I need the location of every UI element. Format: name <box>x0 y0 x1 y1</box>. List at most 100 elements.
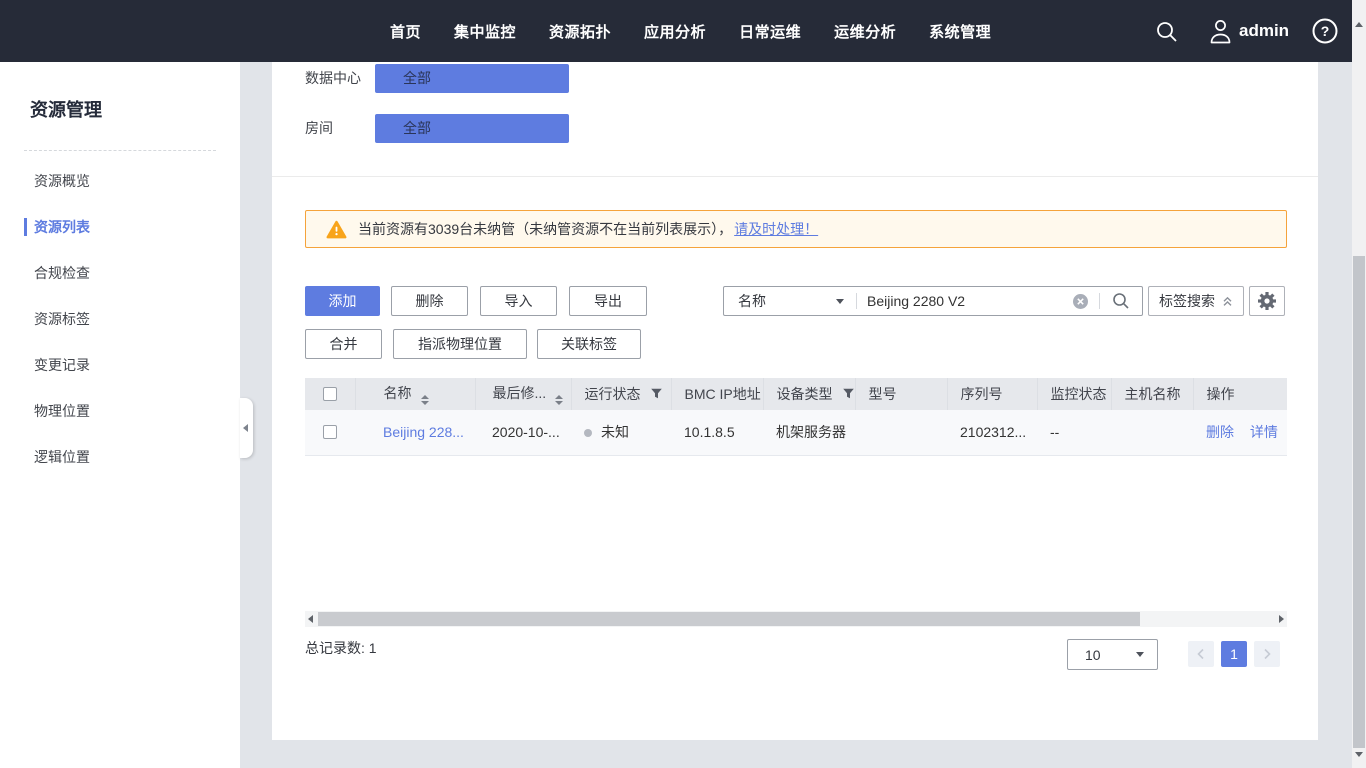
nav-item-home[interactable]: 首页 <box>390 21 421 42</box>
sort-icon[interactable] <box>421 395 429 405</box>
nav-item-resource-topology[interactable]: 资源拓扑 <box>549 21 611 42</box>
warning-icon <box>326 220 347 239</box>
nav-item-central-monitoring[interactable]: 集中监控 <box>454 21 516 42</box>
nav-item-system-management[interactable]: 系统管理 <box>929 21 991 42</box>
header-hostname: 主机名称 <box>1111 378 1193 410</box>
last-modified-cell: 2020-10-... <box>475 410 571 455</box>
datacenter-filter-label: 数据中心 <box>305 64 361 93</box>
submit-search-icon[interactable] <box>1100 292 1142 310</box>
scroll-right-arrow-icon[interactable] <box>1279 615 1284 623</box>
row-select-cell <box>305 410 355 455</box>
resource-name-link[interactable]: Beijing 228... <box>383 424 464 440</box>
tag-search-button[interactable]: 标签搜索 <box>1148 286 1244 316</box>
user-menu[interactable]: admin <box>1209 18 1289 44</box>
page-vertical-scrollbar[interactable] <box>1352 0 1366 768</box>
actions-cell: 删除 详情 <box>1193 410 1287 455</box>
resource-table: 名称 最后修... 运行状态 BMC IP地址 设备类型 型号 序列号 监控状态… <box>305 378 1287 456</box>
sidebar-collapse-handle[interactable] <box>240 398 253 458</box>
total-records: 总记录数: 1 <box>305 638 377 658</box>
main-menu: 首页 集中监控 资源拓扑 应用分析 日常运维 运维分析 系统管理 <box>390 0 991 62</box>
next-page-button[interactable] <box>1254 641 1280 667</box>
filter-funnel-icon[interactable] <box>650 387 663 400</box>
sort-icon[interactable] <box>555 395 563 405</box>
sidebar-item-logical-location[interactable]: 逻辑位置 <box>34 447 90 467</box>
scroll-down-arrow-icon[interactable] <box>1355 752 1363 757</box>
username: admin <box>1239 21 1289 41</box>
monitor-status-cell: -- <box>1037 410 1111 455</box>
row-detail-link[interactable]: 详情 <box>1250 424 1278 440</box>
scroll-up-arrow-icon[interactable] <box>1355 22 1363 27</box>
header-monitor-status: 监控状态 <box>1037 378 1111 410</box>
bmc-ip-cell: 10.1.8.5 <box>671 410 763 455</box>
run-status-cell: 未知 <box>571 410 671 455</box>
header-select-all <box>305 378 355 410</box>
chevron-left-icon <box>243 424 248 432</box>
chevron-left-icon <box>1196 648 1206 660</box>
model-cell <box>855 410 947 455</box>
device-type-cell: 机架服务器 <box>763 410 855 455</box>
filter-funnel-icon[interactable] <box>842 387 855 400</box>
help-icon[interactable]: ? <box>1311 17 1339 50</box>
search-icon[interactable] <box>1155 20 1179 49</box>
nav-item-daily-ops[interactable]: 日常运维 <box>739 21 801 42</box>
header-actions: 操作 <box>1193 378 1287 410</box>
user-icon <box>1209 18 1232 44</box>
export-button[interactable]: 导出 <box>569 286 647 316</box>
page-size-value: 10 <box>1068 647 1101 663</box>
status-dot-icon <box>584 429 592 437</box>
gear-icon <box>1256 290 1278 312</box>
sidebar-item-resource-tag[interactable]: 资源标签 <box>34 309 90 329</box>
serial-cell: 2102312... <box>947 410 1037 455</box>
header-last-modified[interactable]: 最后修... <box>475 378 571 410</box>
section-divider <box>272 176 1318 177</box>
sidebar-item-change-record[interactable]: 变更记录 <box>34 355 90 375</box>
column-settings-button[interactable] <box>1249 286 1285 316</box>
header-name[interactable]: 名称 <box>355 378 475 410</box>
sidebar-divider <box>24 150 216 151</box>
add-button[interactable]: 添加 <box>305 286 380 316</box>
search-field-value: 名称 <box>738 291 766 311</box>
double-chevron-up-icon <box>1222 296 1233 307</box>
sidebar-item-resource-list[interactable]: 资源列表 <box>34 217 90 237</box>
header-bmc-ip: BMC IP地址 <box>671 378 763 410</box>
sidebar-item-physical-location[interactable]: 物理位置 <box>34 401 90 421</box>
pager: 1 <box>1188 641 1280 667</box>
horizontal-scrollbar-thumb[interactable] <box>318 612 1140 626</box>
table-header-row: 名称 最后修... 运行状态 BMC IP地址 设备类型 型号 序列号 监控状态… <box>305 378 1287 410</box>
select-all-checkbox[interactable] <box>323 387 337 401</box>
nav-item-ops-analysis[interactable]: 运维分析 <box>834 21 896 42</box>
header-run-status[interactable]: 运行状态 <box>571 378 671 410</box>
search-bar: 名称 <box>723 286 1143 316</box>
room-filter-value-button[interactable]: 全部 <box>375 114 569 143</box>
chevron-down-icon <box>1136 652 1144 657</box>
page-1-button[interactable]: 1 <box>1221 641 1247 667</box>
sidebar-item-resource-overview[interactable]: 资源概览 <box>34 171 90 191</box>
nav-item-app-analysis[interactable]: 应用分析 <box>644 21 706 42</box>
search-field-select[interactable]: 名称 <box>724 287 856 315</box>
alert-handle-link[interactable]: 请及时处理！ <box>734 219 818 239</box>
header-model: 型号 <box>855 378 947 410</box>
search-input[interactable] <box>857 293 1070 309</box>
header-serial: 序列号 <box>947 378 1037 410</box>
row-delete-link[interactable]: 删除 <box>1206 424 1234 440</box>
clear-search-icon[interactable] <box>1070 293 1099 310</box>
row-checkbox[interactable] <box>323 425 337 439</box>
link-tag-button[interactable]: 关联标签 <box>537 329 641 359</box>
header-device-type[interactable]: 设备类型 <box>763 378 855 410</box>
table-horizontal-scrollbar[interactable] <box>305 611 1287 627</box>
assign-physical-location-button[interactable]: 指派物理位置 <box>393 329 527 359</box>
svg-text:?: ? <box>1321 23 1330 39</box>
unmanaged-resources-alert: 当前资源有3039台未纳管（未纳管资源不在当前列表展示）， 请及时处理！ <box>305 210 1287 248</box>
scroll-left-arrow-icon[interactable] <box>308 615 313 623</box>
sidebar-item-compliance-check[interactable]: 合规检查 <box>34 263 90 283</box>
prev-page-button[interactable] <box>1188 641 1214 667</box>
delete-button[interactable]: 删除 <box>391 286 468 316</box>
merge-button[interactable]: 合并 <box>305 329 382 359</box>
datacenter-filter-value-button[interactable]: 全部 <box>375 64 569 93</box>
tag-search-label: 标签搜索 <box>1159 291 1215 311</box>
vertical-scrollbar-thumb[interactable] <box>1353 256 1365 748</box>
table-row: Beijing 228... 2020-10-... 未知 10.1.8.5 机… <box>305 410 1287 455</box>
resource-list-panel: 数据中心 全部 房间 全部 当前资源有3039台未纳管（未纳管资源不在当前列表展… <box>272 62 1318 740</box>
page-size-select[interactable]: 10 <box>1067 639 1158 670</box>
import-button[interactable]: 导入 <box>480 286 557 316</box>
